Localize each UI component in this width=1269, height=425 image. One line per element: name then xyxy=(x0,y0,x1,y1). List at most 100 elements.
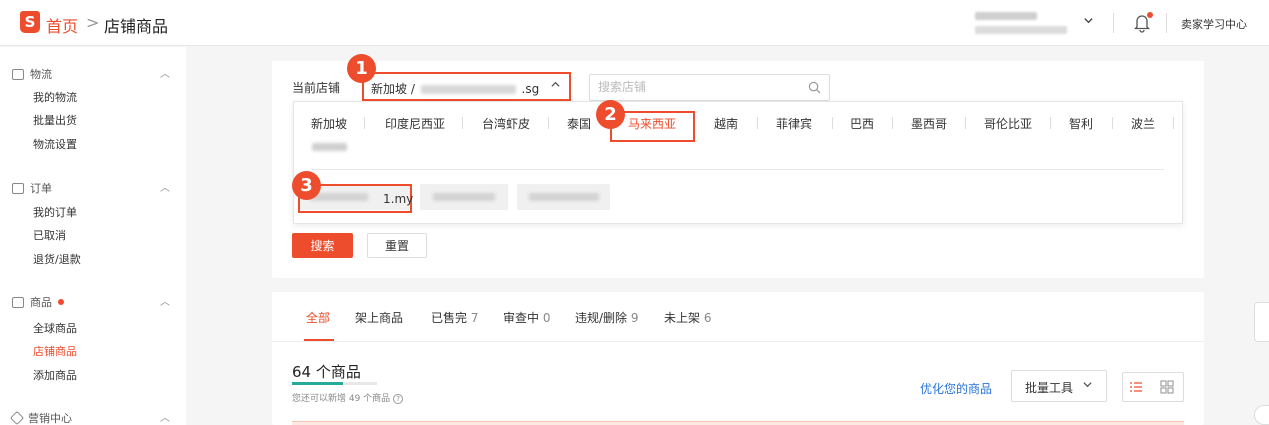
account-company-blurred xyxy=(975,26,1067,34)
tab-all[interactable]: 全部 xyxy=(306,309,330,326)
region-indonesia[interactable]: 印度尼西亚 xyxy=(385,115,445,132)
region-poland[interactable]: 波兰 xyxy=(1131,115,1155,132)
notification-dot xyxy=(1147,12,1153,18)
sidebar-item-global-products[interactable]: 全球商品 xyxy=(33,320,77,336)
sidebar-item-cancelled[interactable]: 已取消 xyxy=(33,227,66,243)
store-name-blurred xyxy=(529,193,599,201)
store-chip[interactable] xyxy=(517,184,610,210)
help-icon[interactable]: ? xyxy=(393,394,404,404)
notice-banner xyxy=(292,421,1184,425)
region-singapore[interactable]: 新加坡 xyxy=(311,115,347,132)
divider xyxy=(1050,117,1051,129)
sidebar-item-returns[interactable]: 退货/退款 xyxy=(33,251,81,267)
store-name-blurred xyxy=(420,85,516,94)
chevron-up-icon[interactable]: ︿ xyxy=(160,293,170,308)
divider xyxy=(965,117,966,129)
sidebar-group-logistics[interactable]: 物流 xyxy=(12,66,52,82)
region-colombia[interactable]: 哥伦比亚 xyxy=(984,115,1032,132)
sidebar-item-my-logistics[interactable]: 我的物流 xyxy=(33,89,77,105)
chevron-up-icon xyxy=(550,79,561,93)
products-alert-dot xyxy=(58,299,64,305)
store-name-blurred xyxy=(433,193,495,201)
tab-live[interactable]: 架上商品 xyxy=(355,309,403,326)
tag-icon xyxy=(9,410,25,425)
sidebar-item-my-orders[interactable]: 我的订单 xyxy=(33,204,77,220)
region-mexico[interactable]: 墨西哥 xyxy=(911,115,947,132)
reset-button[interactable]: 重置 xyxy=(367,233,427,258)
optimize-products-link[interactable]: 优化您的商品 xyxy=(920,380,992,397)
tab-sold-out[interactable]: 已售完 7 xyxy=(431,309,478,326)
store-chip-suffix: 1.my xyxy=(383,192,414,206)
search-button[interactable]: 搜索 xyxy=(292,233,353,258)
product-quota-text: 您还可以新增 49 个商品 ? xyxy=(292,391,404,404)
top-bar: S 首页 > 店铺商品 卖家学习中心 xyxy=(0,0,1269,46)
account-info[interactable] xyxy=(975,10,1075,36)
divider xyxy=(462,117,463,129)
sidebar-item-logistics-settings[interactable]: 物流设置 xyxy=(33,136,77,152)
region-thailand[interactable]: 泰国 xyxy=(567,115,591,132)
search-icon[interactable] xyxy=(808,81,821,94)
region-vietnam[interactable]: 越南 xyxy=(714,115,738,132)
sidebar-item-store-products[interactable]: 店铺商品 xyxy=(33,343,77,359)
learning-center-link[interactable]: 卖家学习中心 xyxy=(1181,16,1247,32)
store-select[interactable]: 新加坡 / .sg xyxy=(362,72,571,101)
region-philippines[interactable]: 菲律宾 xyxy=(776,115,812,132)
region-blurred[interactable] xyxy=(312,143,347,151)
products-card xyxy=(272,292,1204,425)
truck-icon xyxy=(12,68,24,80)
active-tab-indicator xyxy=(304,339,334,341)
divider xyxy=(1166,13,1167,33)
chevron-down-icon[interactable] xyxy=(1083,15,1094,29)
tabs-divider xyxy=(272,341,1204,342)
store-search-box[interactable] xyxy=(589,74,830,101)
store-chip[interactable] xyxy=(420,184,508,210)
sidebar xyxy=(0,47,186,425)
shopee-logo-icon[interactable]: S xyxy=(20,11,40,33)
product-count-title: 64 个商品 xyxy=(292,363,361,381)
sidebar-item-bulk-ship[interactable]: 批量出货 xyxy=(33,112,77,128)
divider xyxy=(832,117,833,129)
breadcrumb-current: 店铺商品 xyxy=(104,17,169,36)
store-suffix-text: .sg xyxy=(521,82,540,96)
divider xyxy=(364,117,365,129)
divider xyxy=(1113,13,1114,33)
divider xyxy=(1173,117,1174,129)
sidebar-group-products[interactable]: 商品 xyxy=(12,294,64,310)
step-marker-2: 2 xyxy=(596,100,625,129)
divider xyxy=(757,117,758,129)
list-view-icon[interactable] xyxy=(1129,380,1143,394)
product-quota-bar xyxy=(292,382,377,385)
sidebar-group-orders[interactable]: 订单 xyxy=(12,180,52,196)
grid-view-icon[interactable] xyxy=(1160,380,1174,394)
divider xyxy=(892,117,893,129)
step-marker-3: 3 xyxy=(292,171,321,200)
region-taiwan[interactable]: 台湾虾皮 xyxy=(482,115,530,132)
divider xyxy=(1112,117,1113,129)
tab-violation[interactable]: 违规/删除 9 xyxy=(575,309,639,326)
clipboard-icon xyxy=(12,182,24,194)
current-store-label: 当前店铺 xyxy=(292,81,341,95)
box-icon xyxy=(12,296,24,308)
chevron-up-icon[interactable]: ︿ xyxy=(160,409,170,424)
divider xyxy=(548,117,549,129)
dropdown-divider xyxy=(312,169,1164,170)
bulk-tools-label: 批量工具 xyxy=(1025,381,1074,395)
store-region-text: 新加坡 / xyxy=(371,82,415,96)
tab-reviewing[interactable]: 审查中 0 xyxy=(503,309,550,326)
store-search-input[interactable] xyxy=(598,80,798,94)
sidebar-group-marketing[interactable]: 营销中心 xyxy=(9,410,72,425)
floating-panel-tab[interactable] xyxy=(1254,302,1269,342)
chevron-down-icon xyxy=(1082,379,1093,393)
floating-chat-tab[interactable] xyxy=(1254,405,1269,425)
account-name-blurred xyxy=(975,12,1037,20)
chevron-up-icon[interactable]: ︿ xyxy=(160,179,170,194)
step-marker-1: 1 xyxy=(347,54,376,83)
tab-unlisted[interactable]: 未上架 6 xyxy=(664,309,711,326)
region-chile[interactable]: 智利 xyxy=(1069,115,1093,132)
breadcrumb-separator: > xyxy=(86,13,100,32)
sidebar-item-add-product[interactable]: 添加商品 xyxy=(33,367,77,383)
chevron-up-icon[interactable]: ︿ xyxy=(160,65,170,80)
breadcrumb-home[interactable]: 首页 xyxy=(46,13,78,37)
bulk-tools-dropdown[interactable]: 批量工具 xyxy=(1011,370,1107,402)
region-brazil[interactable]: 巴西 xyxy=(850,115,874,132)
